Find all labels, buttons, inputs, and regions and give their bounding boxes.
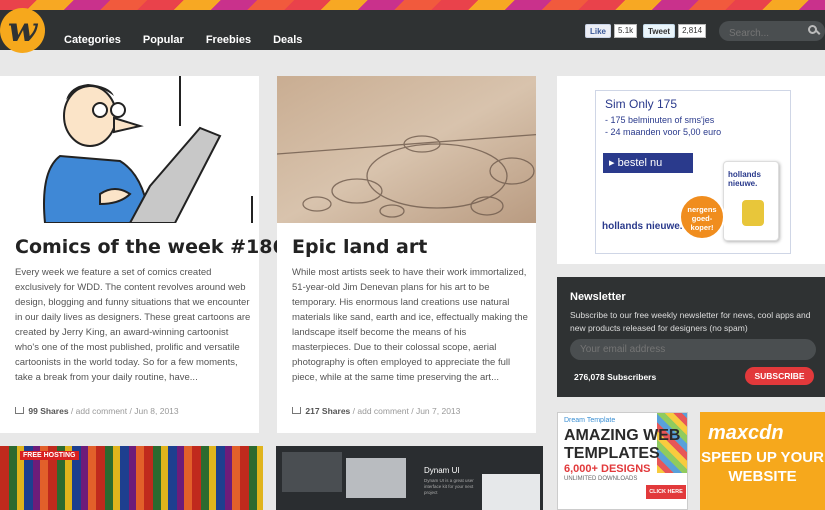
newsletter-description: Subscribe to our free weekly newsletter … bbox=[570, 310, 811, 333]
maxcdn-headline: SPEED UP YOUR WEBSITE bbox=[701, 449, 824, 485]
email-field[interactable] bbox=[570, 339, 816, 360]
ad-dt-count: 6,000+ DESIGNS bbox=[564, 463, 651, 475]
article-card[interactable]: Epic land art While most artists seek to… bbox=[277, 76, 536, 433]
ad-sim-badge: nergens goed-koper! bbox=[679, 194, 725, 240]
article-thumbnail-dynam-ui[interactable]: Dynam UI Dynam UI is a great user interf… bbox=[276, 446, 543, 510]
ui-panel-image bbox=[346, 458, 406, 498]
click-here-button[interactable]: CLICK HERE bbox=[646, 485, 686, 499]
site-logo[interactable]: w bbox=[0, 8, 45, 53]
article-image-comic[interactable] bbox=[0, 76, 259, 223]
article-meta: 217 Shares / add comment / Jun 7, 2013 bbox=[292, 406, 460, 416]
ad-sim-brand: hollands nieuwe. bbox=[602, 221, 683, 232]
ui-panel-image bbox=[282, 452, 342, 492]
article-meta: 99 Shares / add comment / Jun 8, 2013 bbox=[15, 406, 179, 416]
maxcdn-logo: maxcdn bbox=[708, 422, 784, 444]
newsletter-widget: Newsletter Subscribe to our free weekly … bbox=[557, 277, 825, 397]
ad-sim-title: Sim Only 175 bbox=[605, 97, 678, 111]
twitter-tweet: Tweet 2,814 bbox=[643, 24, 707, 38]
ad-dt-headline: AMAZING WEB TEMPLATES bbox=[564, 427, 681, 462]
ad-sim-only[interactable]: Sim Only 175 - 175 belminuten of sms'jes… bbox=[557, 76, 825, 264]
share-count[interactable]: 99 Shares bbox=[28, 406, 68, 416]
ad-dt-brand: Dream Template bbox=[564, 417, 616, 424]
ad-sim-line2: - 24 maanden voor 5,00 euro bbox=[605, 127, 722, 137]
facebook-like: Like 5.1k bbox=[585, 24, 638, 38]
subscriber-count: 276,078 Subscribers bbox=[574, 372, 657, 382]
ad-maxcdn[interactable]: maxcdn SPEED UP YOUR WEBSITE bbox=[700, 412, 825, 510]
share-count[interactable]: 217 Shares bbox=[305, 406, 350, 416]
article-excerpt: Every week we feature a set of comics cr… bbox=[15, 267, 251, 383]
search-box bbox=[719, 21, 825, 44]
article-title[interactable]: Epic land art bbox=[292, 236, 427, 258]
nav-categories[interactable]: Categories bbox=[64, 20, 121, 60]
top-color-stripe bbox=[0, 0, 825, 10]
dynam-ui-subtitle: Dynam UI is a great user interface kit f… bbox=[424, 478, 474, 495]
newsletter-title: Newsletter bbox=[570, 291, 626, 303]
nav-deals[interactable]: Deals bbox=[273, 20, 302, 60]
ad-dream-template[interactable]: Dream Template AMAZING WEB TEMPLATES 6,0… bbox=[557, 412, 688, 510]
tweet-count: 2,814 bbox=[678, 24, 707, 38]
bestel-nu-button[interactable]: ▸ bestel nu bbox=[603, 153, 693, 173]
nav-popular[interactable]: Popular bbox=[143, 20, 184, 60]
sim-card-image: hollands nieuwe. bbox=[723, 161, 779, 241]
facebook-like-count: 5.1k bbox=[614, 24, 638, 38]
subscribe-button[interactable]: SUBSCRIBE bbox=[745, 367, 814, 385]
article-card[interactable]: Comics of the week #186 Every week we fe… bbox=[0, 76, 286, 433]
free-hosting-label: FREE HOSTING bbox=[20, 451, 79, 460]
ad-sim-line1: - 175 belminuten of sms'jes bbox=[605, 115, 715, 125]
nav-freebies[interactable]: Freebies bbox=[206, 20, 251, 60]
sim-card-brand: hollands nieuwe. bbox=[728, 170, 761, 188]
article-meta-text[interactable]: / add comment / Jun 7, 2013 bbox=[350, 406, 461, 416]
dynam-ui-title: Dynam UI bbox=[424, 466, 460, 475]
ad-sim-box[interactable]: Sim Only 175 - 175 belminuten of sms'jes… bbox=[595, 90, 791, 254]
main-menu: Categories Popular Freebies Deals bbox=[64, 20, 302, 60]
share-icon bbox=[15, 407, 24, 414]
share-icon bbox=[292, 407, 301, 414]
tweet-button[interactable]: Tweet bbox=[643, 24, 676, 38]
ui-panel-image bbox=[482, 474, 540, 510]
facebook-like-button[interactable]: Like bbox=[585, 24, 612, 38]
sim-chip-icon bbox=[742, 200, 764, 226]
article-title[interactable]: Comics of the week #186 bbox=[15, 236, 286, 258]
ad-dt-sub: UNLIMITED DOWNLOADS bbox=[564, 476, 638, 482]
search-icon[interactable] bbox=[808, 25, 817, 34]
article-excerpt: While most artists seek to have their wo… bbox=[292, 267, 528, 383]
article-image-land-art[interactable] bbox=[277, 76, 536, 223]
search-input[interactable] bbox=[719, 23, 799, 44]
article-thumbnail-hosting[interactable]: FREE HOSTING bbox=[0, 446, 263, 510]
article-meta-text[interactable]: / add comment / Jun 8, 2013 bbox=[69, 406, 179, 416]
